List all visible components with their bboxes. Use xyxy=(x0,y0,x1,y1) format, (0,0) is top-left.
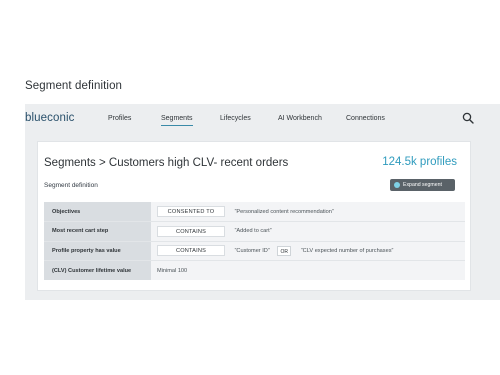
page-heading: Segment definition xyxy=(25,80,123,92)
profile-count: 124.5k profiles xyxy=(382,156,457,168)
nav-item-lifecycles[interactable]: Lifecycles xyxy=(220,115,251,122)
rule-operator[interactable]: CONSENTED TO xyxy=(157,206,225,217)
nav-item-profiles[interactable]: Profiles xyxy=(108,115,131,122)
rule-row: Profile property has value CONTAINS “Cus… xyxy=(44,241,465,261)
nav-item-connections[interactable]: Connections xyxy=(346,115,385,122)
expand-segment-button[interactable]: Expand segment xyxy=(390,179,455,191)
segment-definition-label: Segment definition xyxy=(44,182,98,189)
rule-row: (CLV) Customer lifetime value Minimal 10… xyxy=(44,260,465,280)
rule-row: Most recent cart step CONTAINS “Added to… xyxy=(44,221,465,242)
rule-label: Profile property has value xyxy=(44,241,151,261)
expand-segment-label: Expand segment xyxy=(403,182,442,188)
blueconic-logo[interactable]: blueconic xyxy=(25,112,75,124)
or-connector: OR xyxy=(277,245,292,256)
rule-value[interactable]: “Customer ID” xyxy=(235,248,270,254)
segment-title: Segments > Customers high CLV- recent or… xyxy=(44,157,289,169)
rule-row: Objectives CONSENTED TO “Personalized co… xyxy=(44,202,465,222)
rule-value[interactable]: “Personalized content recommendation” xyxy=(235,209,334,215)
rule-label: Objectives xyxy=(44,202,151,222)
segment-rules-table: Objectives CONSENTED TO “Personalized co… xyxy=(44,202,465,280)
rule-value[interactable]: “Added to cart” xyxy=(235,228,272,234)
rule-operator[interactable]: CONTAINS xyxy=(157,225,225,237)
nav-item-ai-workbench[interactable]: AI Workbench xyxy=(278,115,322,122)
rule-value-2[interactable]: “CLV expected number of purchases” xyxy=(301,248,394,254)
rule-label: (CLV) Customer lifetime value xyxy=(44,260,151,280)
rule-value[interactable]: Minimal 100 xyxy=(157,268,187,274)
app-frame: blueconic Profiles Segments Lifecycles A… xyxy=(25,104,500,300)
segment-card: Segments > Customers high CLV- recent or… xyxy=(37,141,471,291)
search-icon[interactable] xyxy=(462,112,474,124)
rule-operator[interactable]: CONTAINS xyxy=(157,245,225,257)
top-navbar: blueconic Profiles Segments Lifecycles A… xyxy=(25,104,500,134)
rule-label: Most recent cart step xyxy=(44,221,151,242)
expand-icon xyxy=(394,182,400,188)
nav-item-segments[interactable]: Segments xyxy=(161,115,193,126)
